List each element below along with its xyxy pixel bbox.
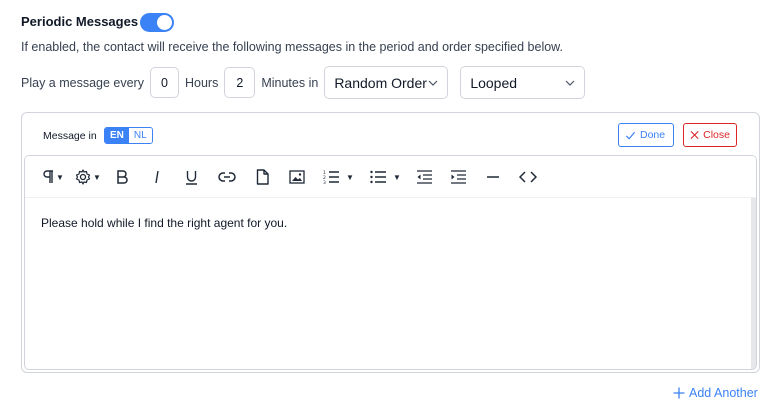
add-another-label: Add Another — [689, 386, 758, 400]
hours-input[interactable]: 0 — [149, 67, 179, 98]
code-icon — [519, 171, 537, 183]
message-language-label: Message in — [43, 130, 97, 142]
hours-label: Hours — [184, 75, 219, 90]
outdent-icon — [417, 170, 432, 184]
schedule-row: Play a message every 0 Hours 2 Minutes i… — [21, 66, 586, 99]
code-view-button[interactable] — [519, 168, 537, 186]
ordered-list-button[interactable]: 123 ▼ — [323, 168, 354, 186]
add-another-button[interactable]: Add Another — [673, 386, 758, 400]
bold-icon — [117, 170, 128, 184]
language-option-nl[interactable]: NL — [128, 128, 152, 143]
toggle-knob — [157, 15, 172, 30]
periodic-messages-description: If enabled, the contact will receive the… — [21, 40, 563, 54]
chevron-down-icon — [565, 80, 575, 86]
message-panel: Message in EN NL Done Close ▼ ▼ 1 2 3 ▼ … — [21, 112, 760, 373]
rich-text-editor: ▼ ▼ 123 ▼ ▼ Please hold while I find the… — [24, 155, 757, 370]
underline-icon — [186, 170, 197, 185]
language-option-en[interactable]: EN — [105, 128, 129, 143]
loop-select[interactable]: Looped — [460, 66, 586, 99]
svg-text:3: 3 — [323, 180, 326, 184]
plus-icon — [673, 387, 685, 399]
schedule-prefix-label: Play a message every — [21, 75, 144, 90]
file-icon — [256, 169, 269, 185]
underline-button[interactable] — [185, 168, 198, 186]
horizontal-rule-button[interactable] — [486, 168, 500, 186]
loop-select-value: Looped — [470, 74, 518, 91]
gear-icon — [75, 169, 91, 185]
editor-toolbar: ▼ ▼ 123 ▼ ▼ — [25, 156, 756, 198]
chevron-down-icon — [428, 80, 438, 86]
unordered-list-icon — [370, 170, 386, 184]
language-switch: EN NL — [104, 127, 153, 144]
order-select-value: Random Order — [334, 74, 427, 91]
image-icon — [289, 170, 305, 184]
settings-button[interactable]: ▼ — [75, 168, 101, 186]
bold-button[interactable] — [116, 168, 128, 186]
order-select[interactable]: Random Order — [324, 66, 449, 99]
link-button[interactable] — [218, 168, 236, 186]
paragraph-icon — [43, 170, 53, 183]
minutes-label: Minutes in — [261, 75, 319, 90]
indent-button[interactable] — [450, 168, 467, 186]
editor-scrollbar[interactable] — [751, 198, 756, 369]
done-button-label: Done — [640, 129, 666, 141]
italic-icon — [155, 170, 159, 184]
close-button-label: Close — [703, 129, 730, 141]
minutes-input[interactable]: 2 — [224, 67, 256, 98]
editor-content[interactable]: Please hold while I find the right agent… — [41, 216, 287, 230]
horizontal-rule-icon — [487, 176, 499, 178]
paragraph-format-button[interactable]: ▼ — [42, 168, 64, 186]
file-button[interactable] — [256, 168, 269, 186]
link-icon — [218, 172, 236, 182]
periodic-messages-title: Periodic Messages — [21, 14, 139, 29]
close-icon — [690, 130, 699, 140]
periodic-messages-toggle[interactable] — [140, 13, 174, 32]
close-button[interactable]: Close — [683, 123, 737, 147]
indent-icon — [451, 170, 466, 184]
outdent-button[interactable] — [416, 168, 433, 186]
ordered-list-icon: 123 — [323, 170, 339, 184]
image-button[interactable] — [289, 168, 305, 186]
italic-button[interactable] — [152, 168, 162, 186]
done-button[interactable]: Done — [618, 123, 674, 147]
unordered-list-button[interactable]: ▼ — [370, 168, 401, 186]
check-icon — [625, 131, 636, 140]
